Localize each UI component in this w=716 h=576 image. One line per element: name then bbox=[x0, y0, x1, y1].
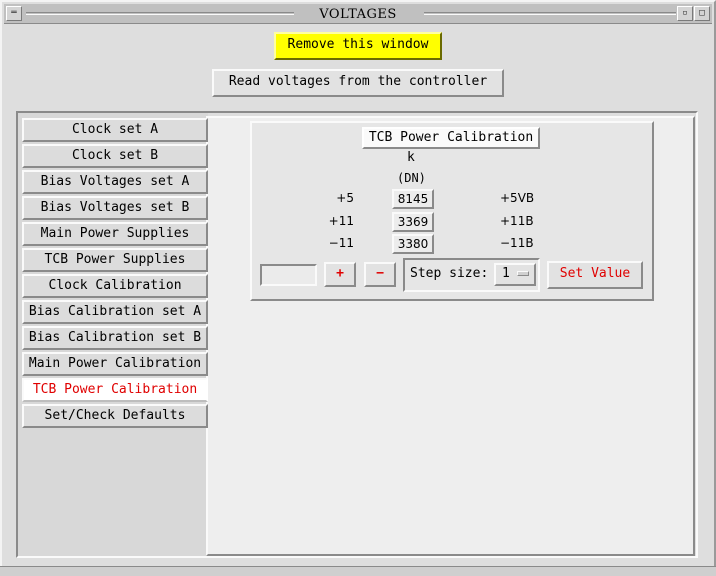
row-left-label: +5 bbox=[336, 191, 354, 205]
remove-window-button[interactable]: Remove this window bbox=[274, 32, 442, 60]
tab-clock-calibration[interactable]: Clock Calibration bbox=[22, 274, 208, 298]
row-left-label: +11 bbox=[328, 214, 354, 228]
tab-main-power-supplies[interactable]: Main Power Supplies bbox=[22, 222, 208, 246]
increment-button[interactable]: + bbox=[324, 262, 356, 287]
tab-set-check-defaults[interactable]: Set/Check Defaults bbox=[22, 404, 208, 428]
step-size-select[interactable]: 1 bbox=[494, 263, 536, 286]
step-size-value: 1 bbox=[502, 266, 510, 281]
read-voltages-button[interactable]: Read voltages from the controller bbox=[212, 69, 504, 97]
row-right-label: +5VB bbox=[500, 191, 535, 205]
maximize-button[interactable]: □ bbox=[694, 6, 710, 21]
tab-bias-voltages-set-a[interactable]: Bias Voltages set A bbox=[22, 170, 208, 194]
calibration-heading: TCB Power Calibration bbox=[362, 127, 540, 149]
dn-value-field[interactable]: 3380 bbox=[392, 234, 434, 254]
tab-bias-calibration-set-a[interactable]: Bias Calibration set A bbox=[22, 300, 208, 324]
dn-label: (DN) bbox=[397, 171, 426, 185]
tab-bias-voltages-set-b[interactable]: Bias Voltages set B bbox=[22, 196, 208, 220]
dropdown-arrow-icon[interactable] bbox=[517, 271, 529, 276]
row-right-label: +11B bbox=[500, 214, 534, 228]
dn-value-field[interactable]: 8145 bbox=[392, 189, 434, 209]
decrement-button[interactable]: − bbox=[364, 262, 396, 287]
k-label: k bbox=[407, 150, 415, 165]
tab-tcb-power-supplies[interactable]: TCB Power Supplies bbox=[22, 248, 208, 272]
step-size-label: Step size: bbox=[410, 266, 489, 281]
window-bottom-edge bbox=[0, 566, 716, 576]
tab-clock-set-a[interactable]: Clock set A bbox=[22, 118, 208, 142]
dn-value-field[interactable]: 3369 bbox=[392, 212, 434, 232]
row-right-label: −11B bbox=[500, 236, 534, 250]
tab-tcb-power-calibration[interactable]: TCB Power Calibration bbox=[22, 378, 208, 402]
tab-clock-set-b[interactable]: Clock set B bbox=[22, 144, 208, 168]
set-value-button[interactable]: Set Value bbox=[547, 261, 643, 289]
minimize-icon: ▫ bbox=[682, 8, 688, 18]
maximize-icon: □ bbox=[699, 8, 705, 18]
title-bar[interactable]: ═ VOLTAGES ▫ □ bbox=[4, 4, 712, 24]
title-rule-right bbox=[424, 12, 676, 15]
tab-main-power-calibration[interactable]: Main Power Calibration bbox=[22, 352, 208, 376]
tab-bias-calibration-set-b[interactable]: Bias Calibration set B bbox=[22, 326, 208, 350]
value-entry-field[interactable] bbox=[260, 264, 317, 286]
minimize-button[interactable]: ▫ bbox=[677, 6, 693, 21]
row-left-label: −11 bbox=[328, 236, 354, 250]
